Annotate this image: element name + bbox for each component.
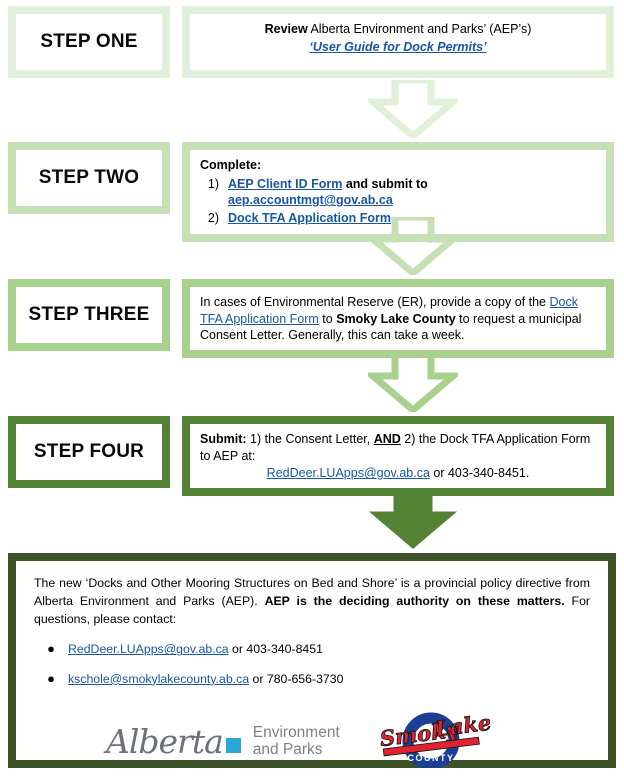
kschole-email-link[interactable]: kschole@smokylakecounty.ab.ca	[68, 672, 249, 686]
step-four-body: Submit: 1) the Consent Letter, AND 2) th…	[182, 416, 614, 496]
dock-tfa-application-form-link[interactable]: Dock TFA Application Form	[228, 211, 391, 225]
list-item-number: 1)	[207, 176, 219, 191]
dock-permit-flowchart: STEP ONE Review Alberta Environment and …	[0, 0, 624, 776]
user-guide-link[interactable]: ‘User Guide for Dock Permits’	[309, 40, 486, 54]
step-one-label-text: STEP ONE	[40, 31, 138, 52]
bullet-icon: ●	[47, 670, 55, 686]
step-one-row: STEP ONE Review Alberta Environment and …	[0, 6, 624, 78]
step-four-label-text: STEP FOUR	[33, 441, 145, 462]
step-two-heading: Complete:	[200, 158, 262, 172]
smoky-script-word2: Lake	[432, 710, 489, 741]
step-one-line-2: ‘User Guide for Dock Permits’	[200, 39, 596, 56]
step-one-body: Review Alberta Environment and Parks’ (A…	[182, 6, 614, 78]
step-four-action-word: Submit:	[200, 432, 247, 446]
step-four-text-3: or 403-340-8451.	[429, 466, 530, 481]
step-three-text-2: to	[318, 311, 337, 326]
bullet-icon: ●	[47, 641, 55, 657]
step-two-row: STEP TWO Complete: 1) AEP Client ID Form…	[0, 142, 624, 242]
contact-list: ● RedDeer.LUApps@gov.ab.ca or 403-340-84…	[34, 642, 590, 686]
reddeer-luapps-email-link[interactable]: RedDeer.LUApps@gov.ab.ca	[267, 466, 430, 480]
step-one-line-1: Review Alberta Environment and Parks’ (A…	[200, 21, 596, 38]
step-three-row: STEP THREE In cases of Environmental Res…	[0, 279, 624, 358]
arrow-step-one-to-two	[368, 80, 458, 138]
step-three-text-1: In cases of Environmental Reserve (ER), …	[200, 295, 550, 309]
list-item: 1) AEP Client ID Form and submit to aep.…	[200, 176, 596, 209]
smoky-lake-county-emphasis: Smoky Lake County	[336, 311, 456, 326]
aep-client-id-form-link[interactable]: AEP Client ID Form	[228, 177, 342, 191]
arrow-step-three-to-four	[368, 354, 458, 412]
alberta-square-icon	[225, 738, 241, 753]
step-one-label: STEP ONE	[8, 6, 170, 78]
alberta-subtitle-line-2: and Parks	[252, 741, 323, 758]
policy-note-panel: The new ‘Docks and Other Mooring Structu…	[8, 553, 616, 773]
and-emphasis: AND	[373, 432, 401, 446]
list-item-content: AEP Client ID Form and submit to aep.acc…	[228, 176, 596, 209]
list-item: ● RedDeer.LUApps@gov.ab.ca or 403-340-84…	[34, 641, 590, 657]
step-four-row: STEP FOUR Submit: 1) the Consent Letter,…	[0, 416, 624, 496]
step-three-label-text: STEP THREE	[28, 304, 150, 325]
contact-phone: or 403-340-8451	[228, 642, 323, 657]
arrow-step-four-to-note	[368, 491, 458, 549]
contact-entry: kschole@smokylakecounty.ab.ca or 780-656…	[68, 672, 343, 686]
list-item: ● kschole@smokylakecounty.ab.ca or 780-6…	[34, 670, 590, 686]
reddeer-luapps-email-link[interactable]: RedDeer.LUApps@gov.ab.ca	[68, 642, 229, 656]
alberta-wordmark: Alberta	[106, 721, 224, 761]
contact-phone: or 780-656-3730	[249, 671, 344, 686]
alberta-subtitle: Environment and Parks	[253, 724, 340, 759]
alberta-environment-and-parks-logo: Alberta Environment and Parks	[106, 722, 340, 761]
step-one-action-word: Review	[264, 22, 308, 36]
smoky-lake-county-logo: Smoky Lake COUNTY	[372, 709, 493, 773]
list-item-connector: and submit to	[342, 176, 428, 191]
list-item-number: 2)	[207, 210, 219, 225]
step-four-text-1: 1) the Consent Letter,	[246, 432, 374, 446]
step-three-body: In cases of Environmental Reserve (ER), …	[182, 279, 614, 358]
smoky-county-word: COUNTY	[407, 753, 454, 763]
list-item-content: Dock TFA Application Form	[228, 210, 391, 227]
policy-note-paragraph: The new ‘Docks and Other Mooring Structu…	[34, 575, 590, 628]
alberta-subtitle-line-1: Environment	[252, 723, 340, 741]
step-four-label: STEP FOUR	[8, 416, 170, 488]
step-one-line-1-rest: Alberta Environment and Parks’ (AEP’s)	[307, 22, 532, 36]
aep-accountmgt-email-link[interactable]: aep.accountmgt@gov.ab.ca	[228, 193, 393, 207]
logo-row: Alberta Environment and Parks Smoky Lake…	[34, 709, 606, 773]
step-four-line-2: RedDeer.LUApps@gov.ab.ca or 403-340-8451…	[200, 465, 596, 482]
step-two-label: STEP TWO	[8, 142, 170, 214]
arrow-step-two-to-three	[368, 217, 458, 275]
step-two-label-text: STEP TWO	[38, 167, 140, 188]
contact-entry: RedDeer.LUApps@gov.ab.ca or 403-340-8451	[68, 642, 323, 656]
step-four-line-1: Submit: 1) the Consent Letter, AND 2) th…	[200, 431, 596, 464]
policy-note-emphasis: AEP is the deciding authority on these m…	[264, 593, 565, 608]
step-three-label: STEP THREE	[8, 279, 170, 351]
